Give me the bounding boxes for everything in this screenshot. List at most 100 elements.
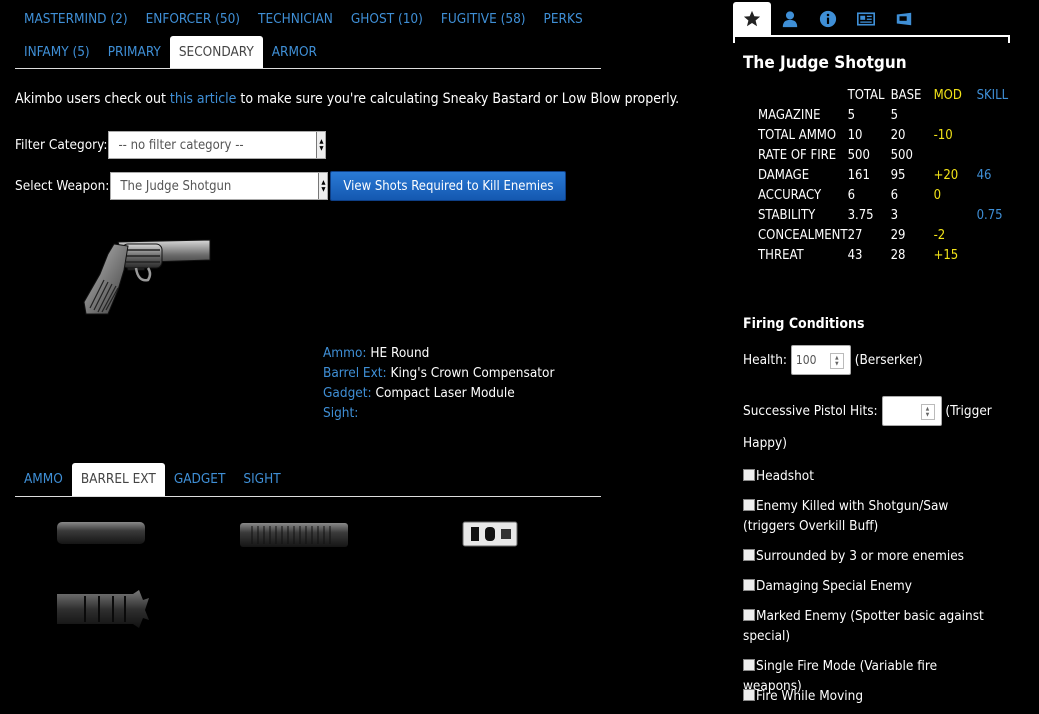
condition-enemy-killed-shotgun[interactable]: Enemy Killed with Shotgun/Saw (triggers … bbox=[743, 496, 993, 536]
judge-revolver-image bbox=[83, 239, 211, 315]
mod-tabs: AMMO BARREL EXT GADGET SIGHT bbox=[15, 463, 290, 496]
mod-ammo-value: HE Round bbox=[370, 345, 430, 361]
tab-secondary[interactable]: SECONDARY bbox=[169, 36, 263, 69]
condition-marked-enemy[interactable]: Marked Enemy (Spotter basic against spec… bbox=[743, 606, 993, 646]
tab-mastermind[interactable]: MASTERMIND (2) bbox=[15, 3, 137, 36]
stepper-arrows-icon[interactable]: ▲ ▼ bbox=[829, 353, 844, 369]
stat-total: 3.75 bbox=[847, 208, 874, 223]
stat-name: MAGAZINE bbox=[758, 108, 821, 123]
stats-row-magazine: MAGAZINE 5 5 bbox=[758, 106, 1017, 126]
stat-mod: +20 bbox=[933, 168, 959, 183]
stat-name: DAMAGE bbox=[758, 168, 810, 183]
stat-base: 28 bbox=[890, 248, 906, 263]
stat-name: THREAT bbox=[758, 248, 804, 263]
mod-barrel-value: King's Crown Compensator bbox=[390, 365, 555, 381]
tab-ticket[interactable] bbox=[885, 2, 923, 36]
stats-row-concealment: CONCEALMENT 27 29 -2 bbox=[758, 226, 1017, 246]
info-icon bbox=[819, 10, 837, 28]
selected-mods: Ammo: HE Round Barrel Ext: King's Crown … bbox=[323, 343, 554, 423]
mod-barrel-label: Barrel Ext: bbox=[323, 365, 387, 381]
compensator-icon[interactable] bbox=[461, 518, 521, 550]
condition-label: Damaging Special Enemy bbox=[756, 578, 912, 594]
mod-gadget: Gadget: Compact Laser Module bbox=[323, 383, 554, 403]
ticket-icon bbox=[896, 12, 912, 26]
user-icon bbox=[782, 11, 798, 28]
tab-news[interactable] bbox=[847, 2, 885, 36]
condition-label: Headshot bbox=[756, 468, 814, 484]
stat-name: TOTAL AMMO bbox=[758, 128, 837, 143]
tab-profile[interactable] bbox=[771, 2, 809, 36]
firing-conditions-title: Firing Conditions bbox=[743, 316, 865, 332]
condition-surrounded[interactable]: Surrounded by 3 or more enemies bbox=[743, 546, 993, 566]
note-text-before: Akimbo users check out bbox=[15, 91, 170, 107]
mod-sight-label: Sight: bbox=[323, 405, 359, 421]
weapon-title: The Judge Shotgun bbox=[743, 53, 907, 73]
tab-technician[interactable]: TECHNICIAN bbox=[249, 3, 342, 36]
category-tabs: INFAMY (5) PRIMARY SECONDARY ARMOR bbox=[15, 36, 326, 69]
checkbox[interactable] bbox=[743, 689, 755, 701]
condition-label: Enemy Killed with Shotgun/Saw (triggers … bbox=[743, 498, 949, 534]
stats-header-name bbox=[758, 86, 848, 106]
checkbox[interactable] bbox=[743, 609, 755, 621]
weapon-select-value: The Judge Shotgun bbox=[120, 178, 232, 194]
select-arrows-icon: ▲ ▼ bbox=[318, 173, 328, 199]
stat-skill bbox=[977, 186, 1017, 206]
long-suppressor-icon[interactable] bbox=[238, 518, 350, 552]
stat-mod: +15 bbox=[933, 248, 959, 263]
stat-total: 500 bbox=[847, 148, 870, 163]
tab-enforcer[interactable]: ENFORCER (50) bbox=[137, 3, 249, 36]
tab-armor[interactable]: ARMOR bbox=[263, 36, 326, 69]
mod-gadget-label: Gadget: bbox=[323, 385, 372, 401]
suppressor-icon[interactable] bbox=[55, 518, 147, 548]
checkbox[interactable] bbox=[743, 469, 755, 481]
stats-header-base: BASE bbox=[890, 88, 922, 103]
pistol-hits-row: Successive Pistol Hits: ▲ ▼ (Trigger Happ… bbox=[743, 395, 993, 459]
select-weapon-row: Select Weapon: The Judge Shotgun ▲ ▼ View… bbox=[15, 171, 567, 201]
kings-crown-compensator-icon[interactable] bbox=[55, 588, 151, 630]
star-icon bbox=[743, 10, 761, 27]
health-input[interactable]: 100 ▲ ▼ bbox=[790, 345, 851, 375]
condition-damaging-special[interactable]: Damaging Special Enemy bbox=[743, 576, 993, 596]
stats-row-threat: THREAT 43 28 +15 bbox=[758, 246, 1017, 266]
tab-barrel-ext[interactable]: BARREL EXT bbox=[71, 463, 165, 496]
view-shots-button[interactable]: View Shots Required to Kill Enemies bbox=[330, 171, 567, 201]
filter-category-select[interactable]: -- no filter category -- ▲ ▼ bbox=[108, 131, 327, 159]
condition-headshot[interactable]: Headshot bbox=[743, 466, 993, 486]
stat-name: ACCURACY bbox=[758, 188, 822, 203]
weapon-stats-table: TOTAL BASE MOD SKILL MAGAZINE 5 5 TOTAL AM… bbox=[758, 86, 1017, 266]
tab-primary[interactable]: PRIMARY bbox=[99, 36, 170, 69]
stepper-arrows-icon[interactable]: ▲ ▼ bbox=[920, 404, 935, 420]
tab-ammo[interactable]: AMMO bbox=[15, 463, 72, 496]
tab-gadget[interactable]: GADGET bbox=[165, 463, 235, 496]
pistol-hits-input[interactable]: ▲ ▼ bbox=[881, 396, 942, 426]
weapon-select[interactable]: The Judge Shotgun ▲ ▼ bbox=[110, 172, 329, 200]
tab-infamy[interactable]: INFAMY (5) bbox=[15, 36, 99, 69]
stat-skill bbox=[977, 246, 1017, 266]
condition-fire-while-moving[interactable]: Fire While Moving bbox=[743, 686, 993, 706]
checkbox[interactable] bbox=[743, 499, 755, 511]
checkbox[interactable] bbox=[743, 549, 755, 561]
tab-ghost[interactable]: GHOST (10) bbox=[342, 3, 432, 36]
tab-fugitive[interactable]: FUGITIVE (58) bbox=[432, 3, 535, 36]
pistol-hits-label: Successive Pistol Hits: bbox=[743, 403, 878, 419]
this-article-link[interactable]: this article bbox=[170, 91, 237, 107]
stats-row-accuracy: ACCURACY 6 6 0 bbox=[758, 186, 1017, 206]
tab-info[interactable] bbox=[809, 2, 847, 36]
checkbox[interactable] bbox=[743, 579, 755, 591]
stat-base: 29 bbox=[890, 228, 906, 243]
newspaper-icon bbox=[857, 12, 875, 26]
tab-stats[interactable] bbox=[733, 2, 771, 36]
stat-skill bbox=[977, 146, 1017, 166]
tab-sight[interactable]: SIGHT bbox=[234, 463, 289, 496]
stat-base: 20 bbox=[890, 128, 906, 143]
stat-mod: -10 bbox=[933, 128, 953, 143]
stat-base: 6 bbox=[890, 188, 899, 203]
akimbo-note: Akimbo users check out this article to m… bbox=[15, 91, 679, 107]
condition-label: Surrounded by 3 or more enemies bbox=[756, 548, 964, 564]
checkbox[interactable] bbox=[743, 659, 755, 671]
tab-perks[interactable]: PERKS bbox=[535, 3, 592, 36]
stat-mod: 0 bbox=[933, 188, 942, 203]
stat-base: 3 bbox=[890, 208, 899, 223]
stats-row-rate-of-fire: RATE OF FIRE 500 500 bbox=[758, 146, 1017, 166]
stat-name: CONCEALMENT bbox=[758, 228, 848, 243]
